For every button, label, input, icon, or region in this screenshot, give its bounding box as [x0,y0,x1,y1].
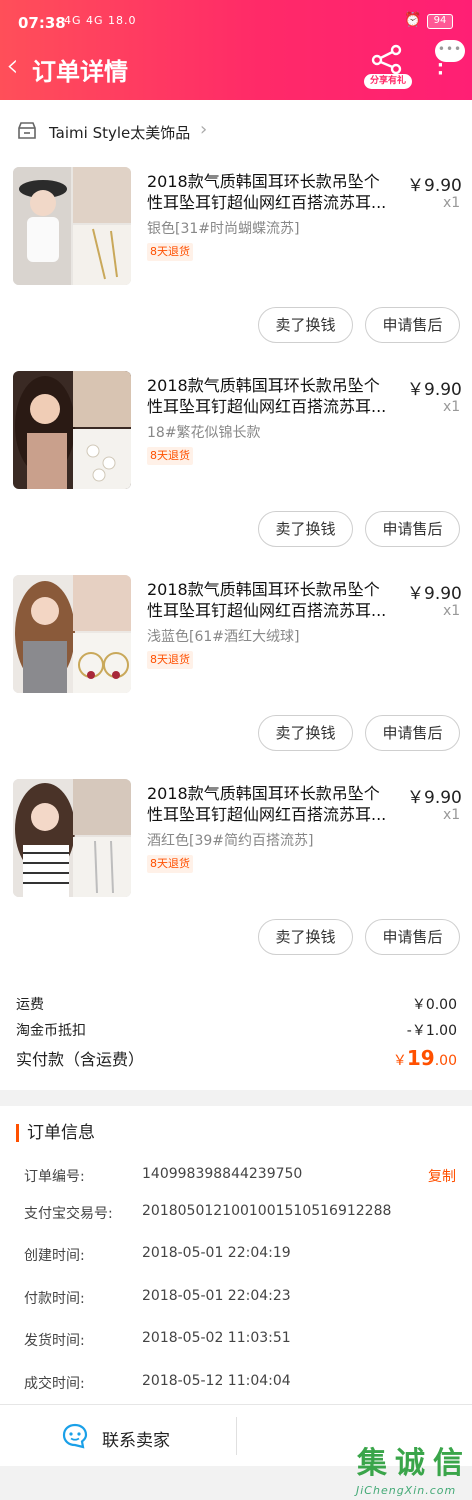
return-policy-tag: 8天退货 [147,243,193,261]
completed-time-value: 2018-05-12 11:04:04 [142,1373,291,1389]
product-price: ￥9.90 [407,380,462,400]
info-label: 发货时间: [24,1333,85,1349]
product-title[interactable]: 2018款气质韩国耳环长款吊坠个 性耳坠耳钉超仙网红百搭流苏耳... [147,579,397,621]
product-price: ￥9.90 [407,584,462,604]
shipped-time-value: 2018-05-02 11:03:51 [142,1330,291,1346]
paid-amount: ￥19.00 [392,1046,457,1070]
order-card: Taimi Style太美饰品 › 2018款气质韩国耳环长款吊坠个 性耳坠耳钉… [0,100,472,982]
back-arrow-icon[interactable]: ‹ [6,49,30,84]
info-label: 订单编号: [24,1169,85,1185]
sell-button[interactable]: 卖了换钱 [258,511,353,547]
shipping-label: 运费 [16,997,44,1013]
paid-row: 实付款（含运费） ￥19.00 [0,1046,472,1076]
contact-seller-button[interactable]: 联系卖家 [60,1421,240,1451]
shop-row[interactable]: Taimi Style太美饰品 › [0,100,472,162]
order-info-card: 订单信息 订单编号: 140998398844239750 复制 支付宝交易号:… [0,1106,472,1404]
product-price: ￥9.90 [407,788,462,808]
share-icon [371,44,402,74]
coin-deduction-value: -￥1.00 [406,1023,457,1039]
alarm-icon: ⏰ [404,12,422,28]
product-thumbnail[interactable] [13,371,131,489]
network-indicator: 4G 4G 18.0 [64,14,137,27]
page-title: 订单详情 [32,58,128,86]
after-sale-button[interactable]: 申请售后 [365,511,460,547]
watermark-url: JiChengXin.com [356,1484,457,1497]
chevron-right-icon: › [200,119,208,140]
copy-button[interactable]: 复制 [428,1166,456,1186]
sell-button[interactable]: 卖了换钱 [258,919,353,955]
status-bar: 07:38 4G 4G 18.0 ⏰ 94 [0,0,472,46]
info-label: 创建时间: [24,1248,85,1264]
shipping-value: ￥0.00 [411,997,457,1013]
product-title[interactable]: 2018款气质韩国耳环长款吊坠个 性耳坠耳钉超仙网红百搭流苏耳... [147,783,397,825]
product-sku: 酒红色[39#简约百搭流苏] [147,833,314,849]
app-header: 07:38 4G 4G 18.0 ⏰ 94 ‹ 订单详情 分享有礼 ••• · · [0,0,472,100]
completed-time-row: 成交时间: 2018-05-12 11:04:04 [0,1373,472,1397]
order-item: 2018款气质韩国耳环长款吊坠个 性耳坠耳钉超仙网红百搭流苏耳... 18#繁花… [0,371,472,575]
share-button[interactable]: 分享有礼 [362,44,412,90]
shipped-time-row: 发货时间: 2018-05-02 11:03:51 [0,1330,472,1354]
order-item: 2018款气质韩国耳环长款吊坠个 性耳坠耳钉超仙网红百搭流苏耳... 酒红色[3… [0,779,472,983]
product-quantity: x1 [443,195,461,211]
shop-icon [18,122,36,139]
alipay-trade-row: 支付宝交易号: 2018050121001001510516912288 [0,1203,472,1227]
product-thumbnail[interactable] [13,167,131,285]
more-menu-button[interactable]: ••• · · [427,40,467,84]
after-sale-button[interactable]: 申请售后 [365,715,460,751]
site-watermark: 集 诚 信 JiChengXin.com [352,1446,468,1500]
product-title[interactable]: 2018款气质韩国耳环长款吊坠个 性耳坠耳钉超仙网红百搭流苏耳... [147,171,397,213]
info-label: 支付宝交易号: [24,1206,113,1222]
watermark-glyph: 集 [357,1446,387,1481]
product-price: ￥9.90 [407,176,462,196]
chat-bubble-icon [62,1423,88,1449]
more-dots-icon: · · [437,55,444,84]
product-quantity: x1 [443,399,461,415]
info-label: 付款时间: [24,1291,85,1307]
product-sku: 银色[31#时尚蝴蝶流苏] [147,221,300,237]
product-sku: 18#繁花似锦长款 [147,425,261,441]
contact-seller-label: 联系卖家 [102,1431,170,1451]
info-label: 成交时间: [24,1376,85,1392]
created-time-value: 2018-05-01 22:04:19 [142,1245,291,1261]
product-thumbnail[interactable] [13,575,131,693]
order-number-value: 140998398844239750 [142,1166,303,1182]
after-sale-button[interactable]: 申请售后 [365,307,460,343]
status-time: 07:38 [18,14,66,32]
order-item: 2018款气质韩国耳环长款吊坠个 性耳坠耳钉超仙网红百搭流苏耳... 浅蓝色[6… [0,575,472,779]
paid-time-value: 2018-05-01 22:04:23 [142,1288,291,1304]
shop-name: Taimi Style太美饰品 [49,124,191,142]
created-time-row: 创建时间: 2018-05-01 22:04:19 [0,1245,472,1269]
return-policy-tag: 8天退货 [147,447,193,465]
sell-button[interactable]: 卖了换钱 [258,307,353,343]
watermark-glyph: 信 [433,1446,463,1481]
sell-button[interactable]: 卖了换钱 [258,715,353,751]
paid-time-row: 付款时间: 2018-05-01 22:04:23 [0,1288,472,1312]
coin-deduction-row: 淘金币抵扣 -￥1.00 [0,1020,472,1044]
product-quantity: x1 [443,603,461,619]
order-info-heading: 订单信息 [16,1124,95,1142]
return-policy-tag: 8天退货 [147,855,193,873]
after-sale-button[interactable]: 申请售后 [365,919,460,955]
totals-card: 运费 ￥0.00 淘金币抵扣 -￥1.00 实付款（含运费） ￥19.00 [0,982,472,1090]
watermark-glyph: 诚 [395,1446,425,1481]
product-thumbnail[interactable] [13,779,131,897]
return-policy-tag: 8天退货 [147,651,193,669]
order-item: 2018款气质韩国耳环长款吊坠个 性耳坠耳钉超仙网红百搭流苏耳... 银色[31… [0,167,472,371]
footer-divider [236,1417,237,1455]
product-quantity: x1 [443,807,461,823]
product-title[interactable]: 2018款气质韩国耳环长款吊坠个 性耳坠耳钉超仙网红百搭流苏耳... [147,375,397,417]
product-sku: 浅蓝色[61#酒红大绒球] [147,629,300,645]
share-reward-badge: 分享有礼 [364,74,412,89]
shipping-row: 运费 ￥0.00 [0,994,472,1018]
paid-label: 实付款（含运费） [16,1050,145,1069]
battery-indicator: 94 [427,14,453,29]
order-number-row: 订单编号: 140998398844239750 复制 [0,1166,472,1190]
alipay-trade-value: 2018050121001001510516912288 [142,1203,392,1219]
coin-deduction-label: 淘金币抵扣 [16,1023,86,1039]
